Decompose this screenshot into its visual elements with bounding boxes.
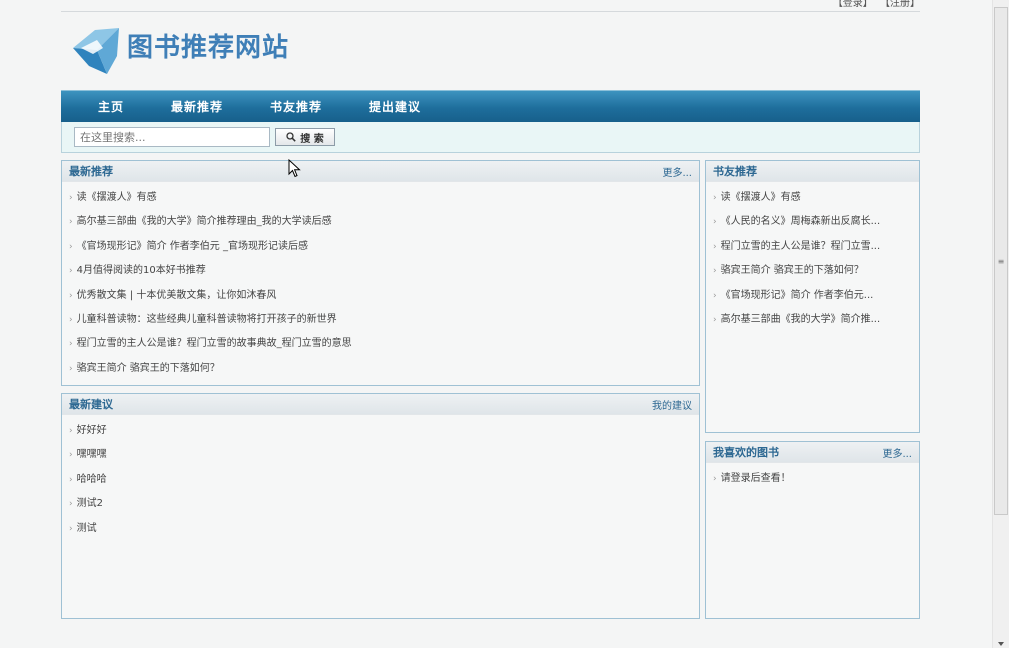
login-link[interactable]: 【登录】 <box>833 0 873 9</box>
search-icon <box>286 132 296 142</box>
latest-panel: 最新推荐 更多... › 读《摆渡人》有感 › 高尔基三部曲《我的大学》简介推荐理由… <box>61 160 700 386</box>
bullet-icon: › <box>69 193 73 203</box>
bullet-icon: › <box>713 290 717 301</box>
bullet-icon: › <box>69 426 73 436</box>
my-suggestions-link[interactable]: 我的建议 <box>652 397 692 412</box>
list-item[interactable]: › 程门立雪的主人公是谁？程门立雪... <box>706 235 919 259</box>
nav-friends[interactable]: 书友推荐 <box>270 98 322 115</box>
list-item[interactable]: › 骆宾王简介 骆宾王的下落如何？ <box>706 259 919 283</box>
nav-suggest[interactable]: 提出建议 <box>369 98 421 115</box>
list-item[interactable]: › 嘿嘿嘿 <box>62 443 699 467</box>
search-button-label: 搜 索 <box>300 133 324 145</box>
list-item[interactable]: › 程门立雪的主人公是谁？程门立雪的故事典故_程门立雪的意思 <box>62 332 699 356</box>
bullet-icon: › <box>69 450 73 461</box>
bullet-icon: › <box>69 217 73 228</box>
site-title: 图书推荐网站 <box>127 32 290 63</box>
favorites-title: 我喜欢的图书 <box>713 446 779 459</box>
bullet-icon: › <box>713 266 717 277</box>
bullet-icon: › <box>713 217 717 228</box>
search-input[interactable] <box>74 127 270 147</box>
friends-panel: 书友推荐 › 读《摆渡人》有感 › 《人民的名义》周梅森新出反腐长... › 程门立雪… <box>705 160 920 433</box>
nav-home[interactable]: 主页 <box>98 98 124 115</box>
bullet-icon: › <box>69 314 73 325</box>
bullet-icon: › <box>713 241 717 252</box>
list-item[interactable]: › 《官场现形记》简介 作者李伯元... <box>706 284 919 308</box>
search-bar: 搜 索 <box>61 122 920 153</box>
top-links: 【登录】 【注册】 <box>829 0 920 9</box>
mouse-cursor-icon <box>288 159 301 178</box>
list-item[interactable]: › 测试2 <box>62 492 699 516</box>
grip-icon: ≡ <box>997 256 1005 266</box>
bullet-icon: › <box>69 241 73 252</box>
book-logo-icon <box>73 28 119 74</box>
suggestions-panel: 最新建议 我的建议 › 好好好 › 嘿嘿嘿 › 哈哈哈 › 测试2 › 测试 <box>61 393 700 619</box>
bullet-icon: › <box>69 339 73 350</box>
suggestions-list: › 好好好 › 嘿嘿嘿 › 哈哈哈 › 测试2 › 测试 <box>62 415 699 541</box>
list-item[interactable]: › 读《摆渡人》有感 <box>62 186 699 210</box>
top-divider <box>61 11 920 12</box>
friends-list: › 读《摆渡人》有感 › 《人民的名义》周梅森新出反腐长... › 程门立雪的主人公是… <box>706 182 919 332</box>
bullet-icon: › <box>69 499 73 510</box>
latest-title: 最新推荐 <box>69 165 113 178</box>
friends-title: 书友推荐 <box>713 165 757 178</box>
register-link[interactable]: 【注册】 <box>880 0 920 9</box>
bullet-icon: › <box>713 193 717 203</box>
list-item[interactable]: › 高尔基三部曲《我的大学》简介推荐理由_我的大学读后感 <box>62 210 699 234</box>
list-item[interactable]: › 优秀散文集 | 十本优美散文集，让你如沐春风 <box>62 284 699 308</box>
suggestions-title: 最新建议 <box>69 398 113 411</box>
list-item[interactable]: › 测试 <box>62 517 699 541</box>
scroll-down-arrow-icon[interactable] <box>998 642 1004 646</box>
bullet-icon: › <box>69 474 73 485</box>
list-item[interactable]: › 读《摆渡人》有感 <box>706 186 919 210</box>
bullet-icon: › <box>69 266 73 277</box>
scroll-thumb[interactable]: ≡ <box>994 7 1008 515</box>
latest-more-link[interactable]: 更多... <box>662 164 692 179</box>
list-item[interactable]: › 好好好 <box>62 419 699 443</box>
bullet-icon: › <box>713 474 717 484</box>
main-nav: 主页 最新推荐 书友推荐 提出建议 <box>61 90 920 122</box>
site-logo[interactable]: 图书推荐网站 <box>67 20 289 76</box>
list-item[interactable]: › 4月值得阅读的10本好书推荐 <box>62 259 699 283</box>
list-item[interactable]: › 哈哈哈 <box>62 468 699 492</box>
list-item[interactable]: › 高尔基三部曲《我的大学》简介推... <box>706 308 919 332</box>
list-item[interactable]: › 儿童科普读物：这些经典儿童科普读物将打开孩子的新世界 <box>62 308 699 332</box>
favorites-more-link[interactable]: 更多... <box>882 445 912 460</box>
bullet-icon: › <box>713 314 717 325</box>
list-item[interactable]: › 《人民的名义》周梅森新出反腐长... <box>706 210 919 234</box>
bullet-icon: › <box>69 523 73 534</box>
list-item[interactable]: › 骆宾王简介 骆宾王的下落如何？ <box>62 357 699 381</box>
bullet-icon: › <box>69 363 73 374</box>
vertical-scrollbar[interactable]: ≡ <box>992 0 1009 648</box>
favorites-panel: 我喜欢的图书 更多... › 请登录后查看！ <box>705 441 920 619</box>
search-button[interactable]: 搜 索 <box>275 128 335 146</box>
favorites-list: › 请登录后查看！ <box>706 463 919 491</box>
list-item[interactable]: › 《官场现形记》简介 作者李伯元 _官场现形记读后感 <box>62 235 699 259</box>
nav-latest[interactable]: 最新推荐 <box>171 98 223 115</box>
latest-list: › 读《摆渡人》有感 › 高尔基三部曲《我的大学》简介推荐理由_我的大学读后感 › 《… <box>62 182 699 381</box>
list-item[interactable]: › 请登录后查看！ <box>706 467 919 491</box>
bullet-icon: › <box>69 290 73 301</box>
